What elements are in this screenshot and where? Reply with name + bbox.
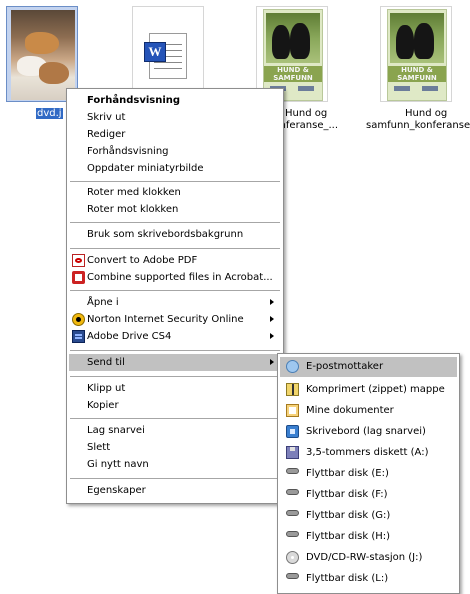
send-to-submenu: E-postmottaker Komprimert (zippet) mappe… (277, 353, 460, 594)
menu-item-label: 3,5-tommers diskett (A:) (306, 447, 429, 458)
removable-disk-icon (286, 573, 299, 579)
menu-separator (70, 248, 280, 249)
menu-item-label: Adobe Drive CS4 (87, 331, 172, 342)
send-to-removable-e[interactable]: Flyttbar disk (E:) (280, 463, 457, 484)
my-documents-icon (286, 404, 299, 417)
word-document-icon: W (144, 33, 187, 79)
menu-item-edit[interactable]: Rediger (69, 126, 281, 143)
menu-item-label: Komprimert (zippet) mappe (306, 384, 445, 395)
submenu-arrow-icon (270, 316, 274, 322)
send-to-removable-f[interactable]: Flyttbar disk (F:) (280, 484, 457, 505)
menu-item-create-shortcut[interactable]: Lag snarvei (69, 422, 281, 439)
menu-separator (70, 290, 280, 291)
mail-recipient-icon (286, 360, 299, 373)
menu-item-label: E-postmottaker (306, 361, 384, 372)
menu-item-adobe-drive[interactable]: Adobe Drive CS4 (69, 328, 281, 345)
desktop-icon (286, 425, 299, 438)
menu-item-label: Åpne i (87, 297, 119, 308)
file-label-hund-2-line2[interactable]: samfunn_konferanse_ (366, 120, 470, 132)
hund-og-samfunn-cover: HUND & SAMFUNN (387, 9, 447, 101)
file-label-hund-1[interactable]: Hund og (285, 108, 327, 120)
menu-item-norton[interactable]: Norton Internet Security Online (69, 311, 281, 328)
menu-item-delete[interactable]: Slett (69, 439, 281, 456)
menu-item-label: DVD/CD-RW-stasjon (J:) (306, 552, 423, 563)
send-to-mail-recipient[interactable]: E-postmottaker (280, 357, 457, 377)
menu-separator (70, 350, 280, 351)
menu-item-properties[interactable]: Egenskaper (69, 482, 281, 499)
dvd-drive-icon (286, 551, 299, 564)
menu-item-label: Norton Internet Security Online (87, 314, 244, 325)
norton-icon (72, 313, 85, 326)
submenu-arrow-icon (270, 299, 274, 305)
send-to-dvd-drive[interactable]: DVD/CD-RW-stasjon (J:) (280, 547, 457, 568)
menu-item-label: Flyttbar disk (F:) (306, 489, 388, 500)
menu-item-label: Flyttbar disk (H:) (306, 531, 391, 542)
menu-item-print[interactable]: Skriv ut (69, 109, 281, 126)
menu-item-send-to[interactable]: Send til (69, 354, 281, 371)
floppy-icon (286, 446, 299, 459)
send-to-floppy[interactable]: 3,5-tommers diskett (A:) (280, 442, 457, 463)
send-to-removable-l[interactable]: Flyttbar disk (L:) (280, 568, 457, 589)
menu-separator (70, 181, 280, 182)
menu-separator (70, 376, 280, 377)
menu-item-label: Skrivebord (lag snarvei) (306, 426, 426, 437)
send-to-removable-g[interactable]: Flyttbar disk (G:) (280, 505, 457, 526)
menu-item-convert-to-pdf[interactable]: Convert to Adobe PDF (69, 252, 281, 269)
menu-item-combine-in-acrobat[interactable]: Combine supported files in Acrobat... (69, 269, 281, 286)
menu-item-copy[interactable]: Kopier (69, 397, 281, 414)
menu-item-label: Mine dokumenter (306, 405, 394, 416)
menu-separator (70, 478, 280, 479)
menu-separator (70, 222, 280, 223)
menu-item-label: Flyttbar disk (L:) (306, 573, 389, 584)
file-thumbnail-hund-2[interactable]: HUND & SAMFUNN (380, 6, 452, 102)
acrobat-icon (72, 271, 85, 284)
submenu-arrow-icon (270, 333, 274, 339)
menu-item-cut[interactable]: Klipp ut (69, 380, 281, 397)
removable-disk-icon (286, 510, 299, 516)
file-label-hund-2[interactable]: Hund og (405, 108, 447, 120)
submenu-arrow-icon (270, 359, 274, 365)
menu-item-refresh-thumbnail[interactable]: Oppdater miniatyrbilde (69, 160, 281, 177)
menu-item-label: Send til (87, 357, 125, 368)
send-to-removable-h[interactable]: Flyttbar disk (H:) (280, 526, 457, 547)
menu-item-rotate-clockwise[interactable]: Roter med klokken (69, 184, 281, 201)
menu-item-open-with[interactable]: Åpne i (69, 294, 281, 311)
menu-item-label: Convert to Adobe PDF (87, 255, 198, 266)
pdf-icon (72, 254, 85, 267)
send-to-my-documents[interactable]: Mine dokumenter (280, 400, 457, 421)
removable-disk-icon (286, 531, 299, 537)
menu-item-rotate-counterclockwise[interactable]: Roter mot klokken (69, 201, 281, 218)
menu-item-label: Flyttbar disk (G:) (306, 510, 391, 521)
menu-item-label: Flyttbar disk (E:) (306, 468, 389, 479)
menu-item-label: Combine supported files in Acrobat... (87, 272, 273, 283)
menu-item-set-desktop-background[interactable]: Bruk som skrivebordsbakgrunn (69, 226, 281, 243)
adobe-drive-icon (72, 330, 85, 343)
file-label-dvd[interactable]: dvd.j (36, 108, 63, 120)
menu-item-rename[interactable]: Gi nytt navn (69, 456, 281, 473)
removable-disk-icon (286, 468, 299, 474)
menu-separator (70, 418, 280, 419)
removable-disk-icon (286, 489, 299, 495)
send-to-zip-folder[interactable]: Komprimert (zippet) mappe (280, 379, 457, 400)
menu-item-preview-default[interactable]: Forhåndsvisning (69, 92, 281, 109)
menu-item-preview[interactable]: Forhåndsvisning (69, 143, 281, 160)
send-to-desktop[interactable]: Skrivebord (lag snarvei) (280, 421, 457, 442)
dog-photo-thumbnail (11, 10, 75, 100)
zip-folder-icon (286, 383, 299, 396)
context-menu: Forhåndsvisning Skriv ut Rediger Forhånd… (66, 88, 284, 504)
